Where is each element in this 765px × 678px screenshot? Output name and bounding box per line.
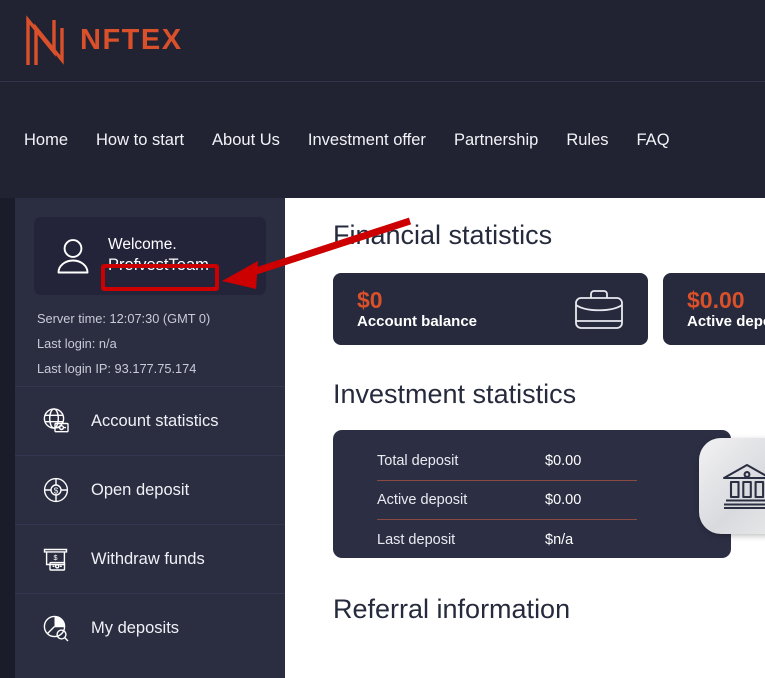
sidebar-item-open-deposit[interactable]: $ Open deposit <box>15 455 285 524</box>
last-login-ip-line: Last login IP: 93.177.75.174 <box>37 361 197 376</box>
account-sidebar: Welcome. ProfvestTeam Server time: 12:07… <box>15 198 285 678</box>
main-navigation: Home How to start About Us Investment of… <box>0 82 765 198</box>
briefcase-icon <box>575 289 623 329</box>
username-label: ProfvestTeam <box>108 256 209 275</box>
bank-badge <box>699 438 765 534</box>
referral-information-title: Referral information <box>333 594 571 624</box>
welcome-greeting: Welcome. <box>108 235 177 253</box>
bank-building-icon <box>722 463 765 510</box>
target-dollar-icon: $ <box>43 477 69 503</box>
globe-card-icon <box>43 408 69 433</box>
svg-text:$: $ <box>54 486 59 495</box>
table-row: Active deposit $0.00 <box>377 481 637 520</box>
account-balance-card: $0 Account balance <box>333 273 648 345</box>
sidebar-item-account-statistics[interactable]: Account statistics <box>15 386 285 455</box>
financial-statistics-title: Financial statistics <box>333 220 553 250</box>
investment-statistics-table: Total deposit $0.00 Active deposit $0.00… <box>333 430 731 558</box>
sidebar-item-withdraw-funds[interactable]: $ Withdraw funds <box>15 524 285 593</box>
account-balance-amount: $0 <box>357 286 383 313</box>
user-welcome-card[interactable]: Welcome. ProfvestTeam <box>34 217 266 295</box>
row-label: Active deposit <box>377 492 468 508</box>
main-content: Financial statistics $0 Account balance <box>285 198 765 678</box>
svg-text:$: $ <box>54 553 58 562</box>
server-time-line: Server time: 12:07:30 (GMT 0) <box>37 311 211 326</box>
sidebar-item-label: Open deposit <box>91 480 190 499</box>
table-row: Last deposit $n/a <box>377 520 637 559</box>
row-value: $n/a <box>545 531 574 548</box>
sidebar-item-label: Withdraw funds <box>91 549 205 568</box>
brand-logo[interactable]: NFTEX <box>24 14 183 67</box>
account-balance-label: Account balance <box>357 312 478 330</box>
row-value: $0.00 <box>545 492 582 508</box>
nftex-n-monogram-icon <box>26 15 64 65</box>
nav-faq[interactable]: FAQ <box>637 131 670 150</box>
active-deposit-text: $0.00 Active deposit <box>687 288 765 330</box>
row-label: Last deposit <box>377 531 456 548</box>
welcome-text-block: Welcome. ProfvestTeam <box>108 235 209 277</box>
active-deposit-amount: $0.00 <box>687 286 745 313</box>
nav-home[interactable]: Home <box>24 131 68 150</box>
investment-statistics-block: Total deposit $0.00 Active deposit $0.00… <box>333 430 765 558</box>
sidebar-item-my-deposits[interactable]: My deposits <box>15 593 285 662</box>
nav-rules[interactable]: Rules <box>566 131 608 150</box>
row-label: Total deposit <box>377 453 459 469</box>
nav-about-us[interactable]: About Us <box>212 131 280 150</box>
site-header: NFTEX <box>0 0 765 82</box>
session-meta: Server time: 12:07:30 (GMT 0) Last login… <box>15 295 285 376</box>
nav-investment-offer[interactable]: Investment offer <box>308 131 426 150</box>
investment-statistics-title: Investment statistics <box>333 379 577 409</box>
table-row: Total deposit $0.00 <box>377 442 637 481</box>
sidebar-item-label: Account statistics <box>91 411 219 430</box>
sidebar-item-label: My deposits <box>91 618 180 637</box>
active-deposit-label: Active deposit <box>687 312 765 330</box>
nav-how-to-start[interactable]: How to start <box>96 131 184 150</box>
page-root: NFTEX Home How to start About Us Investm… <box>0 0 765 678</box>
pie-chart-search-icon <box>43 615 69 642</box>
financial-cards: $0 Account balance $0.00 Active deposit <box>333 273 765 345</box>
last-login-line: Last login: n/a <box>37 336 117 351</box>
atm-cash-icon: $ <box>43 548 68 571</box>
brand-name: NFTEX <box>80 24 183 56</box>
account-balance-text: $0 Account balance <box>357 288 477 330</box>
nav-partnership[interactable]: Partnership <box>454 131 538 150</box>
row-value: $0.00 <box>545 453 582 469</box>
user-avatar-icon <box>57 239 89 274</box>
sidebar-menu: Account statistics $ Open deposit $ With… <box>15 386 285 662</box>
active-deposit-card: $0.00 Active deposit <box>663 273 765 345</box>
